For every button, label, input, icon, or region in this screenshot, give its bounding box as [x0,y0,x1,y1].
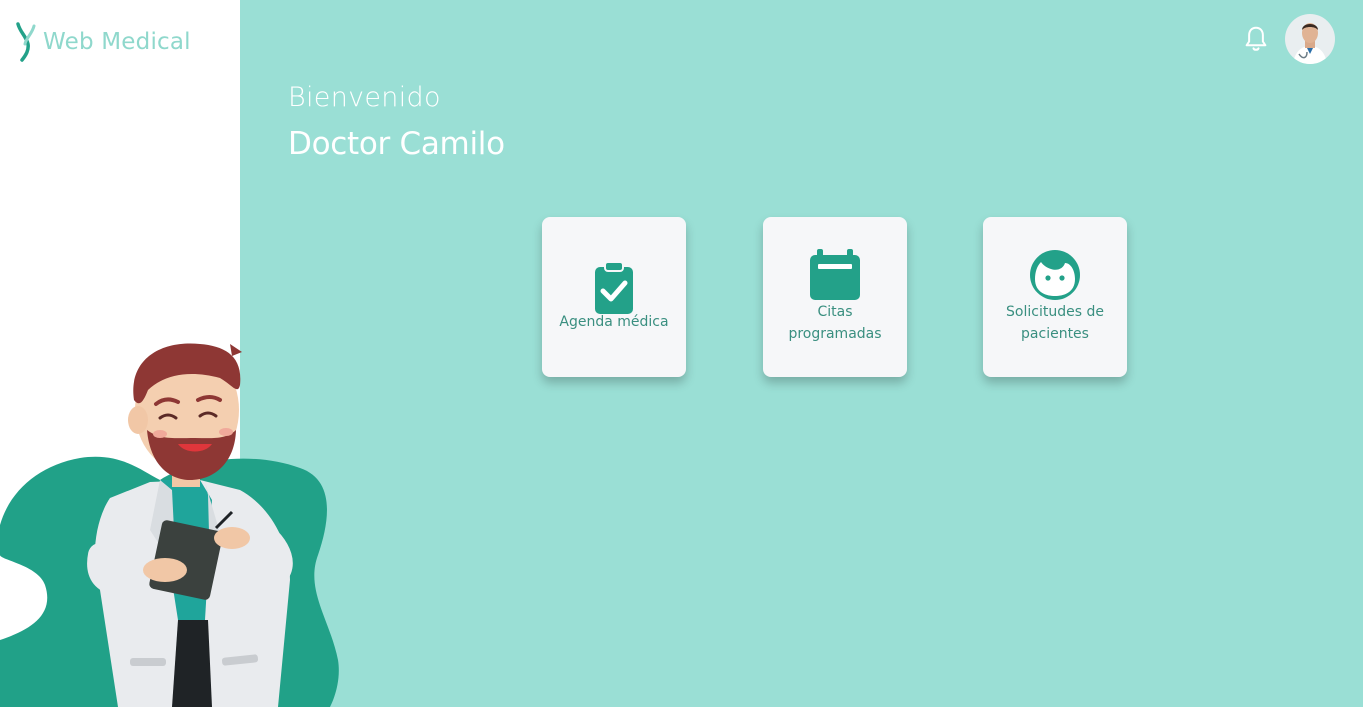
dna-logo-icon [16,22,36,62]
patient-face-icon [1030,250,1080,300]
avatar[interactable] [1285,14,1335,64]
logo[interactable]: Web Medical [14,22,191,62]
calendar-icon [810,249,860,300]
welcome-greeting: Bienvenido [288,82,441,113]
card-label: Agenda médica [559,314,669,330]
bell-icon[interactable] [1241,24,1271,54]
header-actions [1241,14,1335,64]
citas-programadas-card[interactable]: Citas programadas [763,217,907,377]
solicitudes-pacientes-card[interactable]: Solicitudes de pacientes [983,217,1127,377]
doctor-avatar-icon [1285,14,1335,64]
clipboard-check-icon [595,261,633,314]
agenda-medica-card[interactable]: Agenda médica [542,217,686,377]
page-title: Doctor Camilo [288,126,505,162]
welcome-section: Bienvenido Doctor Camilo [288,80,505,166]
card-label: Solicitudes de pacientes [1006,304,1104,342]
sidebar: Web Medical [0,0,339,707]
card-label: Citas programadas [788,304,882,342]
brand-name: Web Medical [43,29,191,55]
doctor-illustration [0,343,339,707]
